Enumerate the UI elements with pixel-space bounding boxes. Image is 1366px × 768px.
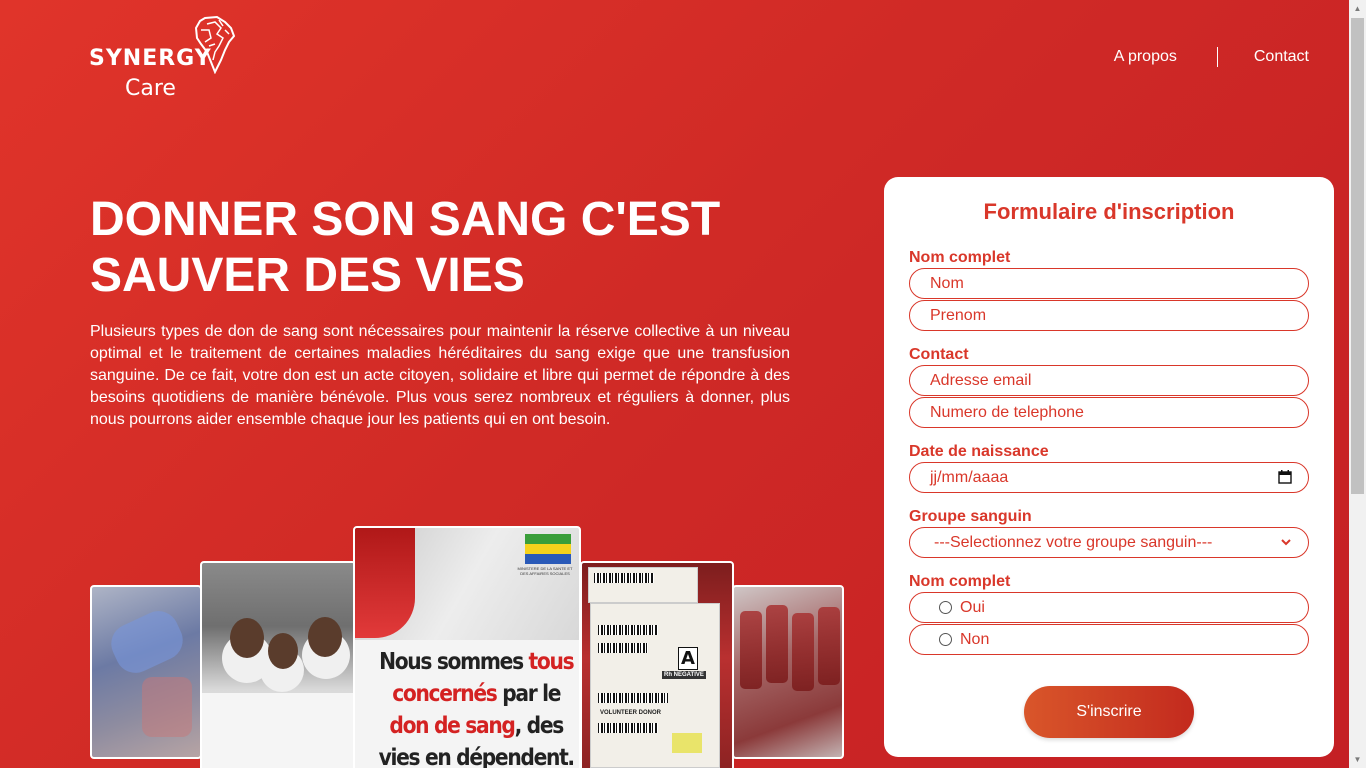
gallery-image-team bbox=[200, 561, 356, 768]
blood-group-label: Groupe sanguin bbox=[909, 508, 1032, 525]
scrollbar-thumb[interactable] bbox=[1351, 18, 1364, 494]
calendar-icon[interactable] bbox=[1278, 470, 1292, 484]
brand-sub: Care bbox=[125, 76, 176, 101]
hero-title: DONNER SON SANG C'EST SAUVER DES VIES bbox=[90, 193, 721, 302]
form-title: Formulaire d'inscription bbox=[983, 199, 1235, 224]
gallery-image-blood-bags: A Rh NEGATIVE VOLUNTEER DONOR bbox=[580, 561, 734, 768]
name-label: Nom complet bbox=[909, 249, 1011, 266]
brand-logo[interactable]: SYNERGY Care bbox=[89, 16, 235, 102]
radio-yes-label: Oui bbox=[960, 599, 985, 616]
radio-option-yes[interactable]: Oui bbox=[909, 592, 1309, 623]
top-nav: A propos Contact bbox=[1114, 47, 1309, 67]
radio-icon[interactable] bbox=[939, 601, 952, 614]
vertical-scrollbar[interactable]: ▲ ▼ bbox=[1349, 0, 1366, 768]
scroll-down-icon[interactable]: ▼ bbox=[1349, 751, 1366, 768]
bag-rh-label: Rh NEGATIVE bbox=[662, 671, 706, 679]
email-input[interactable]: Adresse email bbox=[909, 365, 1309, 396]
nav-divider bbox=[1216, 47, 1218, 67]
first-name-input[interactable]: Prenom bbox=[909, 300, 1309, 331]
dob-value: jj/mm/aaaa bbox=[930, 469, 1009, 486]
phone-input[interactable]: Numero de telephone bbox=[909, 397, 1309, 428]
radio-group-label: Nom complet bbox=[909, 573, 1011, 590]
last-name-input[interactable]: Nom bbox=[909, 268, 1309, 299]
radio-icon[interactable] bbox=[939, 633, 952, 646]
blood-group-value: ---Selectionnez votre groupe sanguin--- bbox=[934, 534, 1213, 551]
gabon-flag-icon bbox=[525, 534, 571, 564]
bag-donor-label: VOLUNTEER DONOR bbox=[600, 710, 662, 716]
scroll-up-icon[interactable]: ▲ bbox=[1349, 0, 1366, 17]
nav-contact-link[interactable]: Contact bbox=[1254, 48, 1309, 66]
chevron-down-icon bbox=[1281, 539, 1291, 546]
dob-label: Date de naissance bbox=[909, 443, 1049, 460]
nav-about-link[interactable]: A propos bbox=[1114, 48, 1177, 66]
radio-no-label: Non bbox=[960, 631, 990, 648]
gallery-image-poster: MINISTERE DE LA SANTE ET DES AFFAIRES SO… bbox=[353, 526, 581, 768]
page: SYNERGY Care A propos Contact DONNER SON… bbox=[0, 0, 1349, 768]
poster-text: Nous sommes tous concernés par le don de… bbox=[378, 649, 576, 768]
radio-option-no[interactable]: Non bbox=[909, 624, 1309, 655]
registration-form: Formulaire d'inscription Nom complet Nom… bbox=[884, 177, 1334, 757]
bag-blood-type: A bbox=[678, 647, 698, 670]
gallery-image-lab bbox=[90, 585, 202, 759]
contact-label: Contact bbox=[909, 346, 969, 363]
blood-group-select[interactable]: ---Selectionnez votre groupe sanguin--- bbox=[909, 527, 1309, 558]
gallery-image-bags-hanging bbox=[732, 585, 844, 759]
poster-ministry: MINISTERE DE LA SANTE ET DES AFFAIRES SO… bbox=[517, 566, 573, 576]
blood-drop-icon bbox=[355, 528, 415, 638]
brand-name: SYNERGY bbox=[89, 46, 212, 71]
hero-text: Plusieurs types de don de sang sont néce… bbox=[90, 323, 790, 428]
dob-input[interactable]: jj/mm/aaaa bbox=[909, 462, 1309, 493]
submit-button[interactable]: S'inscrire bbox=[1024, 686, 1194, 738]
